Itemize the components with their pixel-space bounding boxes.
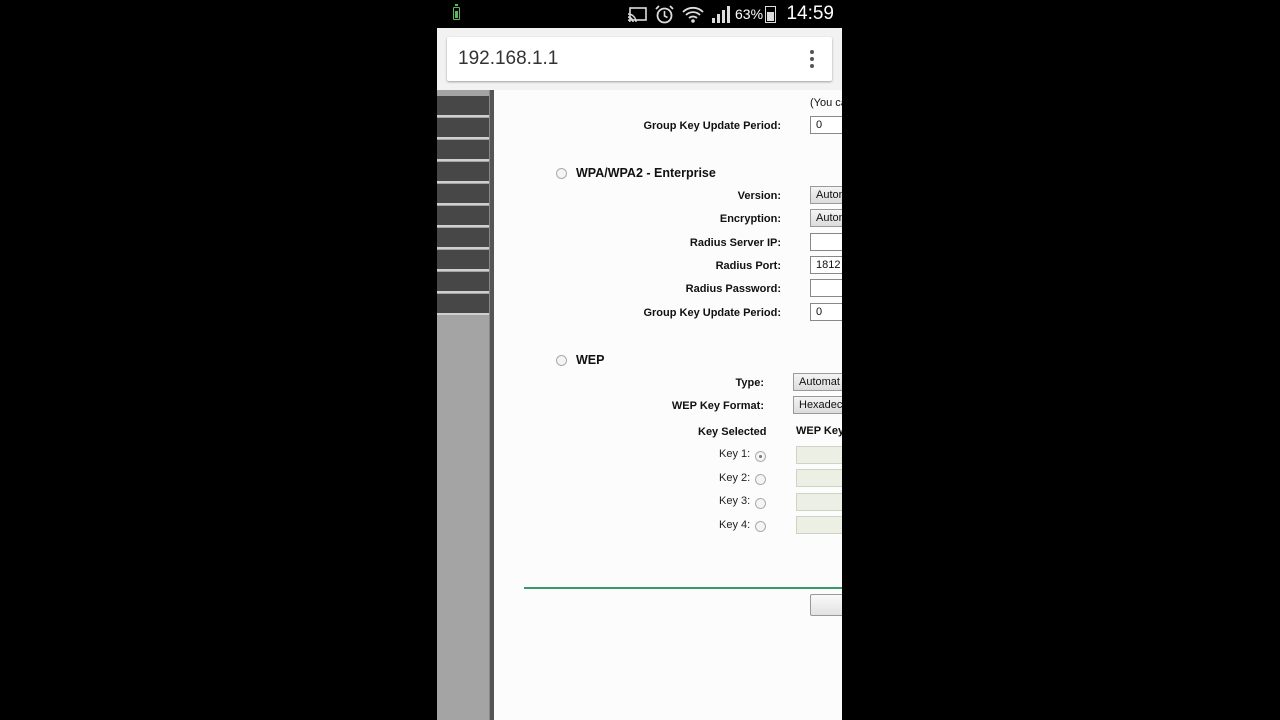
url-bar[interactable]: 192.168.1.1 (447, 37, 832, 81)
sidebar-menu-item[interactable] (437, 162, 489, 183)
sidebar-menu-item[interactable] (437, 96, 489, 117)
radius-server-ip-input[interactable] (810, 233, 842, 251)
sidebar-menu-item[interactable] (437, 206, 489, 227)
group-key-period-label: Group Key Update Period: (643, 120, 781, 132)
sidebar-menu-item[interactable] (437, 140, 489, 161)
key-2-input[interactable] (796, 469, 842, 487)
sidebar-menu-item[interactable] (437, 272, 489, 293)
more-vert-icon[interactable] (800, 47, 824, 71)
battery-saver-icon (453, 4, 460, 20)
wep-type-select[interactable]: Automat (793, 373, 842, 391)
wep-radio[interactable] (556, 355, 567, 366)
alarm-icon (655, 5, 674, 24)
version-label: Version: (737, 190, 781, 202)
key-3-label: Key 3: (719, 495, 751, 507)
radius-password-input[interactable] (810, 279, 842, 297)
key-1-label: Key 1: (719, 448, 751, 460)
key-3-radio[interactable] (755, 498, 766, 509)
sidebar-menu-item[interactable] (437, 250, 489, 271)
encryption-select[interactable]: Autom (810, 209, 842, 227)
key-4-input[interactable] (796, 516, 842, 534)
battery-icon (765, 6, 776, 23)
wep-type-label: Type: (735, 377, 764, 389)
wep-key-format-label: WEP Key Format: (671, 400, 764, 412)
wpa-enterprise-radio[interactable] (556, 168, 567, 179)
phone-screen: 63% 14:59 192.168.1.1 (You ca Gro (437, 0, 842, 720)
key-3-input[interactable] (796, 493, 842, 511)
signal-icon (712, 6, 730, 23)
status-time: 14:59 (786, 3, 834, 24)
encryption-label: Encryption: (719, 213, 781, 225)
wep-key-format-select[interactable]: Hexadec (793, 396, 842, 414)
key-4-radio[interactable] (755, 521, 766, 532)
battery-percentage: 63% (735, 6, 764, 22)
sidebar-divider (489, 90, 494, 720)
sidebar-menu-item[interactable] (437, 118, 489, 139)
sidebar-menu-item[interactable] (437, 184, 489, 205)
group-key-note: (You ca (810, 97, 842, 109)
wifi-icon (682, 6, 704, 23)
radius-password-label: Radius Password: (685, 283, 781, 295)
key-1-input[interactable] (796, 446, 842, 464)
version-select[interactable]: Autom (810, 186, 842, 204)
group-key-period-input[interactable]: 0 (810, 116, 842, 134)
group-key-period-input[interactable]: 0 (810, 303, 842, 321)
key-selected-header: Key Selected (698, 426, 767, 438)
cast-icon (627, 7, 647, 22)
key-1-radio[interactable] (755, 451, 766, 462)
wep-title: WEP (576, 353, 605, 367)
status-bar: 63% 14:59 (437, 0, 842, 28)
browser-toolbar: 192.168.1.1 (437, 28, 842, 90)
wpa-enterprise-title: WPA/WPA2 - Enterprise (576, 166, 716, 180)
key-4-label: Key 4: (719, 519, 751, 531)
radius-port-label: Radius Port: (715, 260, 781, 272)
group-key-period-label: Group Key Update Period: (643, 307, 781, 319)
key-2-label: Key 2: (719, 472, 751, 484)
wep-key-header: WEP Key (796, 425, 842, 437)
sidebar-menu-item[interactable] (437, 294, 489, 315)
router-settings-page: (You ca Group Key Update Period: 0 WPA/W… (437, 90, 842, 720)
url-text[interactable]: 192.168.1.1 (458, 48, 558, 70)
radius-server-ip-label: Radius Server IP: (689, 237, 781, 249)
save-button[interactable] (810, 594, 842, 616)
key-2-radio[interactable] (755, 474, 766, 485)
radius-port-input[interactable]: 1812 (810, 256, 842, 274)
section-divider (524, 587, 842, 589)
sidebar (437, 90, 489, 720)
sidebar-menu-item[interactable] (437, 228, 489, 249)
